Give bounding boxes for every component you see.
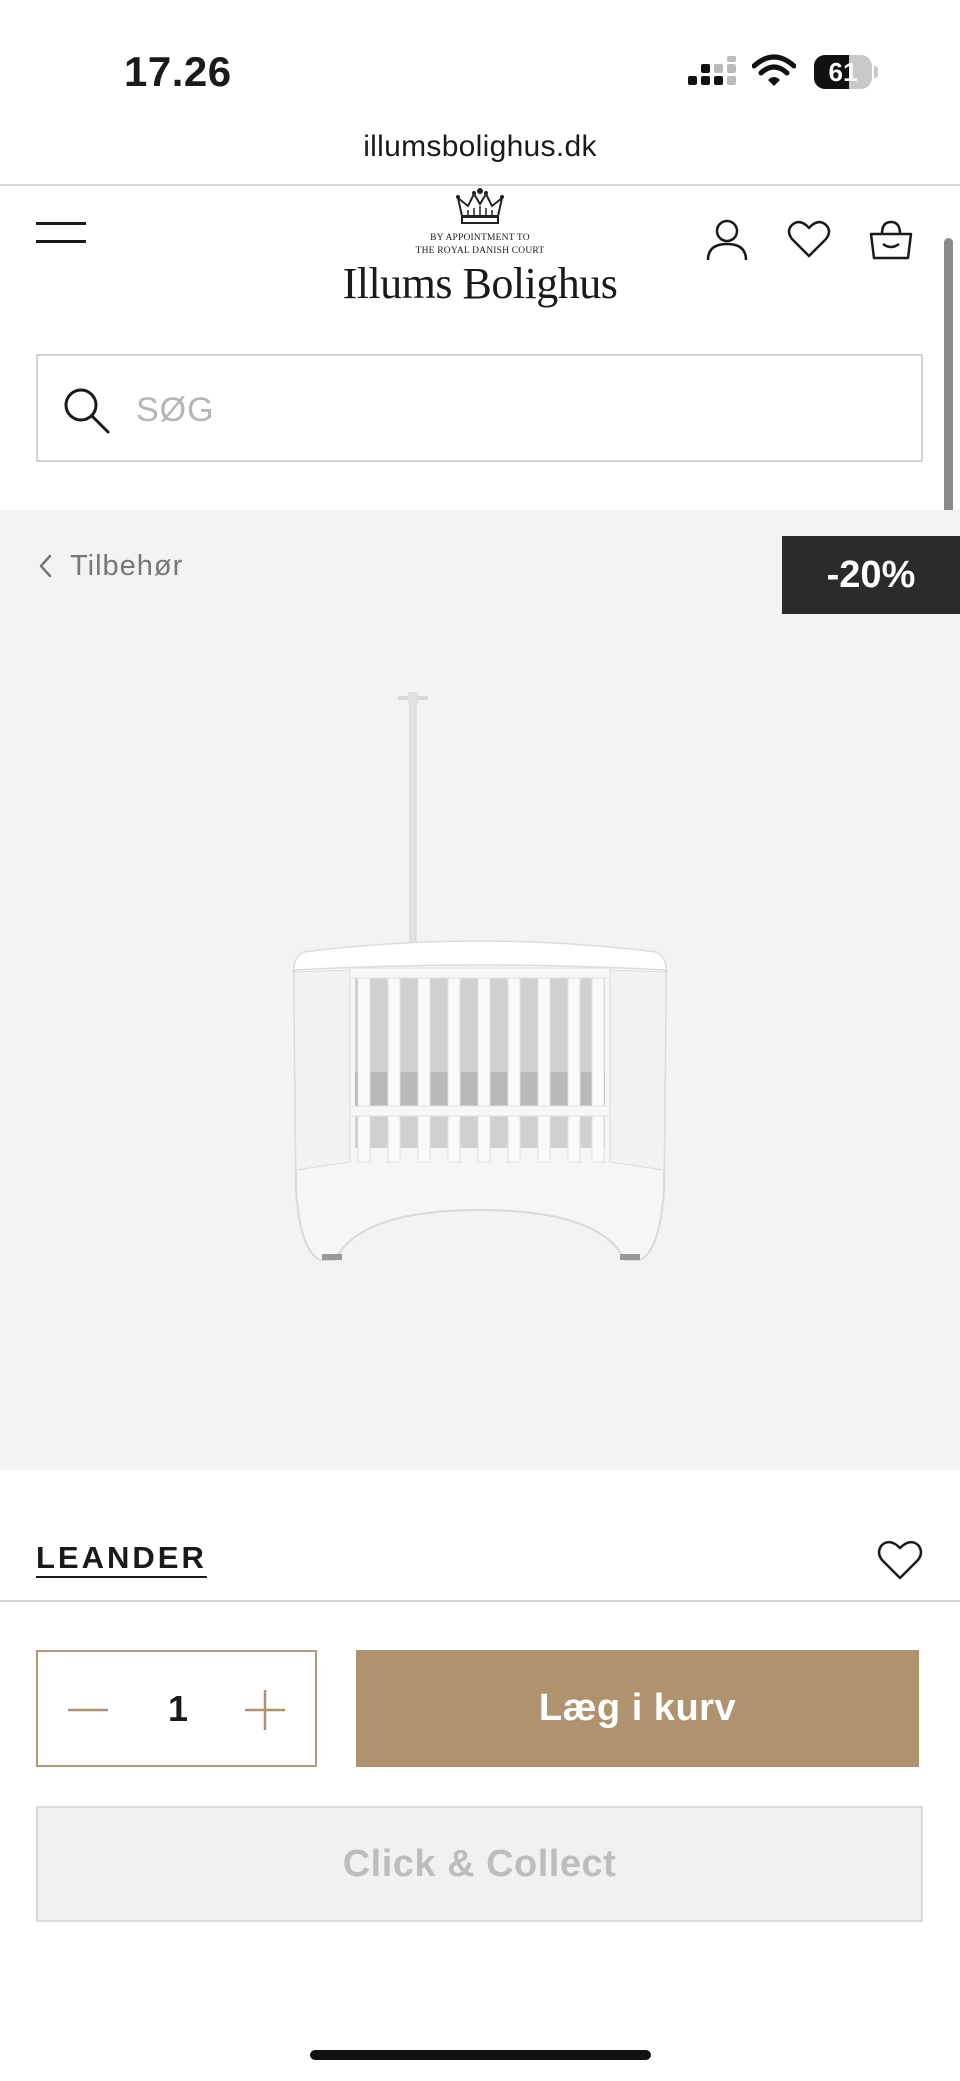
menu-line: [36, 222, 86, 225]
quantity-stepper[interactable]: 1: [36, 1650, 317, 1767]
breadcrumb-link[interactable]: Tilbehør: [70, 550, 183, 583]
brand-row: LEANDER: [0, 1470, 960, 1602]
breadcrumb[interactable]: Tilbehør: [36, 546, 183, 586]
battery-indicator: 61: [814, 55, 878, 89]
battery-cap: [874, 66, 878, 78]
menu-icon[interactable]: [36, 218, 88, 248]
discount-badge: -20%: [782, 536, 960, 614]
logo-wordmark: Illums Bolighus: [342, 259, 618, 308]
wifi-icon: [752, 54, 796, 86]
cellular-signal-icon: [688, 56, 736, 85]
product-image[interactable]: [270, 690, 690, 1310]
add-to-cart-button[interactable]: Læg i kurv: [356, 1650, 919, 1767]
logo-appointment-line: BY APPOINTMENT TO: [430, 233, 530, 243]
wishlist-heart-icon[interactable]: [876, 1536, 924, 1582]
battery-icon: 61: [814, 55, 872, 89]
search-icon[interactable]: [62, 386, 110, 434]
plus-icon[interactable]: [243, 1688, 287, 1732]
logo-appointment-line: THE ROYAL DANISH COURT: [415, 246, 545, 256]
menu-line: [36, 240, 86, 243]
home-indicator[interactable]: [310, 2050, 651, 2060]
address-bar[interactable]: illumsbolighus.dk: [0, 110, 960, 186]
heart-icon[interactable]: [786, 216, 832, 262]
brand-link[interactable]: LEANDER: [36, 1540, 207, 1576]
status-time: 17.26: [124, 48, 232, 95]
search-input[interactable]: [136, 382, 876, 438]
search-box[interactable]: [36, 354, 923, 462]
url-text[interactable]: illumsbolighus.dk: [363, 130, 597, 164]
minus-icon[interactable]: [66, 1688, 110, 1732]
chevron-left-icon[interactable]: [36, 553, 56, 579]
click-collect-button[interactable]: Click & Collect: [36, 1806, 923, 1922]
status-bar: 17.26 61: [0, 0, 960, 110]
royal-crown-icon: [456, 188, 504, 224]
quantity-value: 1: [167, 1688, 189, 1729]
site-logo[interactable]: BY APPOINTMENT TO THE ROYAL DANISH COURT…: [320, 186, 640, 316]
basket-icon[interactable]: [868, 216, 914, 262]
user-icon[interactable]: [704, 216, 750, 262]
battery-level: 61: [828, 57, 858, 87]
product-image-area: Tilbehør -20%: [0, 510, 960, 1470]
